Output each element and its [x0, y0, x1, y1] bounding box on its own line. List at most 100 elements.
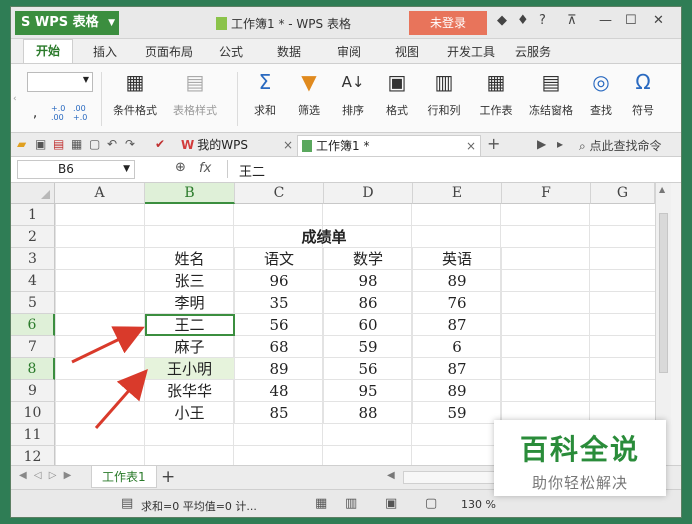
row-header-4[interactable]: 4	[11, 270, 55, 292]
redo-icon[interactable]: ↷	[125, 137, 135, 151]
undo-icon[interactable]: ↶	[107, 137, 117, 151]
column-header-c[interactable]: C	[235, 183, 324, 204]
cell-score[interactable]: 89	[413, 270, 502, 292]
row-header-9[interactable]: 9	[11, 380, 55, 402]
format-button[interactable]: ▣ 格式	[377, 70, 417, 118]
restore-ribbon-icon[interactable]: ⊼	[567, 13, 577, 28]
row-header-11[interactable]: 11	[11, 424, 55, 446]
document-status-icon[interactable]: ▤	[121, 496, 133, 511]
row-header-2[interactable]: 2	[11, 226, 55, 248]
tab-home[interactable]: 开始	[23, 39, 74, 64]
row-header-12[interactable]: 12	[11, 446, 55, 465]
row-header-10[interactable]: 10	[11, 402, 55, 424]
page-break-view-icon[interactable]: ▣	[385, 496, 397, 511]
cell-score[interactable]: 59	[324, 336, 413, 358]
tab-list-icon[interactable]: ▶	[537, 137, 546, 151]
tab-menu-icon[interactable]: ▸	[557, 137, 563, 151]
cell-score[interactable]: 98	[324, 270, 413, 292]
cell-score[interactable]: 59	[413, 402, 502, 424]
cell-name[interactable]: 小王	[145, 402, 235, 424]
freeze-panes-button[interactable]: ▤ 冻结窗格	[523, 70, 579, 118]
formula-input[interactable]: 王二	[239, 161, 265, 180]
table-style-button[interactable]: ▤ 表格样式	[167, 70, 223, 118]
row-header-3[interactable]: 3	[11, 248, 55, 270]
column-header-a[interactable]: A	[55, 183, 145, 204]
cell-score[interactable]: 95	[324, 380, 413, 402]
cell-score[interactable]: 86	[324, 292, 413, 314]
cell-score[interactable]: 87	[413, 314, 502, 336]
column-header-d[interactable]: D	[324, 183, 413, 204]
active-cell-b6[interactable]: 王二	[145, 314, 235, 336]
zoom-formula-icon[interactable]: ⊕	[175, 160, 186, 175]
app-menu-button[interactable]: S WPS 表格 ▼	[15, 11, 119, 35]
cell-name[interactable]: 张华华	[145, 380, 235, 402]
cell-score[interactable]: 56	[235, 314, 324, 336]
rowcol-button[interactable]: ▥ 行和列	[419, 70, 469, 118]
cell-score[interactable]: 89	[413, 380, 502, 402]
cell-score[interactable]: 60	[324, 314, 413, 336]
row-header-5[interactable]: 5	[11, 292, 55, 314]
login-button[interactable]: 未登录	[409, 11, 487, 35]
decrease-decimal-icon[interactable]: .00 +.0	[73, 104, 91, 122]
row-header-7[interactable]: 7	[11, 336, 55, 358]
column-header-g[interactable]: G	[591, 183, 655, 204]
cell-score[interactable]: 87	[413, 358, 502, 380]
sheet-title-cell[interactable]: 成绩单	[235, 226, 413, 248]
print-icon[interactable]: ▦	[71, 137, 82, 151]
save-icon[interactable]: ▣	[35, 137, 46, 151]
sheet-nav-arrows[interactable]: ◀ ◁ ▷ ▶	[19, 470, 73, 481]
cell-score[interactable]: 76	[413, 292, 502, 314]
reading-mode-icon[interactable]: ▢	[425, 496, 437, 511]
close-icon[interactable]: ✕	[653, 13, 664, 28]
tab-my-wps[interactable]: W 我的WPS ×	[177, 135, 297, 156]
vertical-scroll-thumb[interactable]	[659, 213, 668, 373]
header-cell-name[interactable]: 姓名	[145, 248, 235, 270]
tab-workbook[interactable]: 工作簿1 * ×	[297, 135, 481, 156]
ribbon-scroll-left-icon[interactable]: ‹	[13, 94, 17, 104]
page-layout-view-icon[interactable]: ▥	[345, 496, 357, 511]
cell-score[interactable]: 89	[235, 358, 324, 380]
add-sheet-button[interactable]: +	[161, 467, 175, 487]
cell-score[interactable]: 48	[235, 380, 324, 402]
column-header-b[interactable]: B	[145, 183, 235, 204]
sum-button[interactable]: Σ 求和	[245, 70, 285, 118]
close-tab-icon[interactable]: ×	[466, 136, 476, 156]
cond-format-button[interactable]: ▦ 条件格式	[107, 70, 163, 118]
row-header-6[interactable]: 6	[11, 314, 55, 336]
pin-icon[interactable]: ✔	[155, 137, 165, 151]
open-folder-icon[interactable]: ▰	[17, 137, 26, 151]
column-header-e[interactable]: E	[413, 183, 502, 204]
zoom-level[interactable]: 130 %	[461, 498, 496, 511]
scroll-up-icon[interactable]: ▲	[659, 185, 665, 194]
tab-data[interactable]: 数据	[277, 43, 301, 60]
pdf-export-icon[interactable]: ▤	[53, 137, 64, 151]
tab-formula[interactable]: 公式	[219, 43, 243, 60]
scroll-left-icon[interactable]: ◀	[387, 470, 395, 481]
cell-score[interactable]: 56	[324, 358, 413, 380]
cell-score[interactable]: 35	[235, 292, 324, 314]
header-cell-english[interactable]: 英语	[413, 248, 502, 270]
sheet-tab-1[interactable]: 工作表1	[91, 466, 157, 488]
highlighted-cell-b8[interactable]: 王小明	[145, 358, 235, 380]
command-search[interactable]: ⌕ 点此查找命令	[579, 137, 662, 154]
column-header-f[interactable]: F	[502, 183, 591, 204]
normal-view-icon[interactable]: ▦	[315, 496, 327, 511]
name-box[interactable]: B6 ▼	[17, 160, 135, 179]
cell-score[interactable]: 85	[235, 402, 324, 424]
tab-view[interactable]: 视图	[395, 43, 419, 60]
cell-name[interactable]: 李明	[145, 292, 235, 314]
help-icon[interactable]: ?	[539, 13, 546, 28]
cell-score[interactable]: 6	[413, 336, 502, 358]
number-format-select[interactable]: ▼	[27, 72, 93, 92]
increase-decimal-icon[interactable]: +.0 .00	[51, 104, 69, 122]
minimize-icon[interactable]: —	[599, 13, 612, 28]
cell-score[interactable]: 68	[235, 336, 324, 358]
comma-style-icon[interactable]: ,	[33, 106, 37, 121]
tab-review[interactable]: 审阅	[337, 43, 361, 60]
tab-insert[interactable]: 插入	[93, 43, 117, 60]
new-tab-icon[interactable]: +	[487, 134, 500, 153]
skin-icon[interactable]: ◆	[497, 13, 507, 28]
tab-cloud[interactable]: 云服务	[515, 43, 551, 60]
tab-page-layout[interactable]: 页面布局	[145, 43, 193, 60]
row-header-1[interactable]: 1	[11, 204, 55, 226]
